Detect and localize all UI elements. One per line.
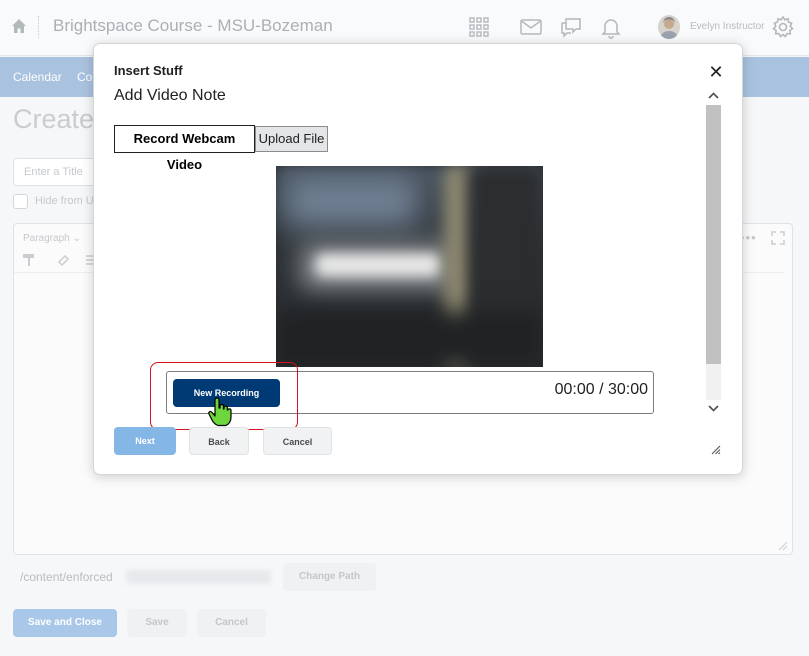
scrollbar-track xyxy=(706,364,721,400)
back-button[interactable]: Back xyxy=(189,427,249,455)
insert-stuff-dialog: Insert Stuff ✕ Add Video Note Record Web… xyxy=(93,43,743,475)
dialog-subtitle: Add Video Note xyxy=(114,87,226,104)
cancel-button[interactable]: Cancel xyxy=(197,609,266,637)
hide-label: Hide from U xyxy=(35,195,94,207)
chat-icon[interactable] xyxy=(559,15,583,39)
apps-grid-icon[interactable] xyxy=(467,15,491,39)
resize-handle-icon[interactable] xyxy=(711,445,721,455)
content-path: /content/enforced xyxy=(20,570,113,584)
scroll-down-icon[interactable] xyxy=(705,400,722,416)
format-painter-icon[interactable] xyxy=(22,253,36,267)
recording-timer: 00:00 / 30:00 xyxy=(554,381,648,398)
fullscreen-icon[interactable] xyxy=(771,231,785,245)
home-icon[interactable] xyxy=(11,18,27,34)
org-title[interactable]: Brightspace Course - MSU-Bozeman xyxy=(53,16,333,36)
tab-upload-file[interactable]: Upload File xyxy=(255,126,328,152)
nav-item-calendar[interactable]: Calendar xyxy=(13,70,62,84)
scrollbar-thumb[interactable] xyxy=(706,105,721,364)
change-path-button[interactable]: Change Path xyxy=(283,563,376,591)
hand-pointer-icon xyxy=(208,397,232,427)
bell-icon[interactable] xyxy=(599,15,623,39)
nav-item-content[interactable]: Co xyxy=(77,70,92,84)
save-button[interactable]: Save xyxy=(127,609,187,637)
scroll-up-icon[interactable] xyxy=(705,88,722,104)
divider xyxy=(38,16,39,38)
gear-icon[interactable] xyxy=(771,15,795,39)
dialog-title: Insert Stuff xyxy=(114,63,183,78)
webcam-preview xyxy=(276,166,543,367)
format-label: Paragraph xyxy=(23,233,70,244)
avatar[interactable] xyxy=(658,15,680,39)
path-redacted xyxy=(126,570,271,584)
resize-handle-icon[interactable] xyxy=(778,541,788,551)
save-and-close-button[interactable]: Save and Close xyxy=(13,609,117,637)
style-icon[interactable] xyxy=(57,253,71,267)
mail-icon[interactable] xyxy=(519,15,543,39)
page-title: Create xyxy=(13,104,95,134)
hide-checkbox[interactable] xyxy=(13,194,28,209)
dialog-cancel-button[interactable]: Cancel xyxy=(263,427,332,455)
scrollbar[interactable] xyxy=(705,88,722,417)
close-icon[interactable]: ✕ xyxy=(706,62,726,82)
tab-record-webcam[interactable]: Record Webcam Video xyxy=(114,125,255,172)
user-name[interactable]: Evelyn Instructor xyxy=(690,21,764,32)
chevron-down-icon: ⌄ xyxy=(72,233,81,244)
title-placeholder: Enter a Title xyxy=(24,166,83,178)
format-dropdown[interactable]: Paragraph ⌄ xyxy=(23,233,81,244)
title-input[interactable]: Enter a Title xyxy=(13,158,103,186)
next-button[interactable]: Next xyxy=(114,427,176,455)
